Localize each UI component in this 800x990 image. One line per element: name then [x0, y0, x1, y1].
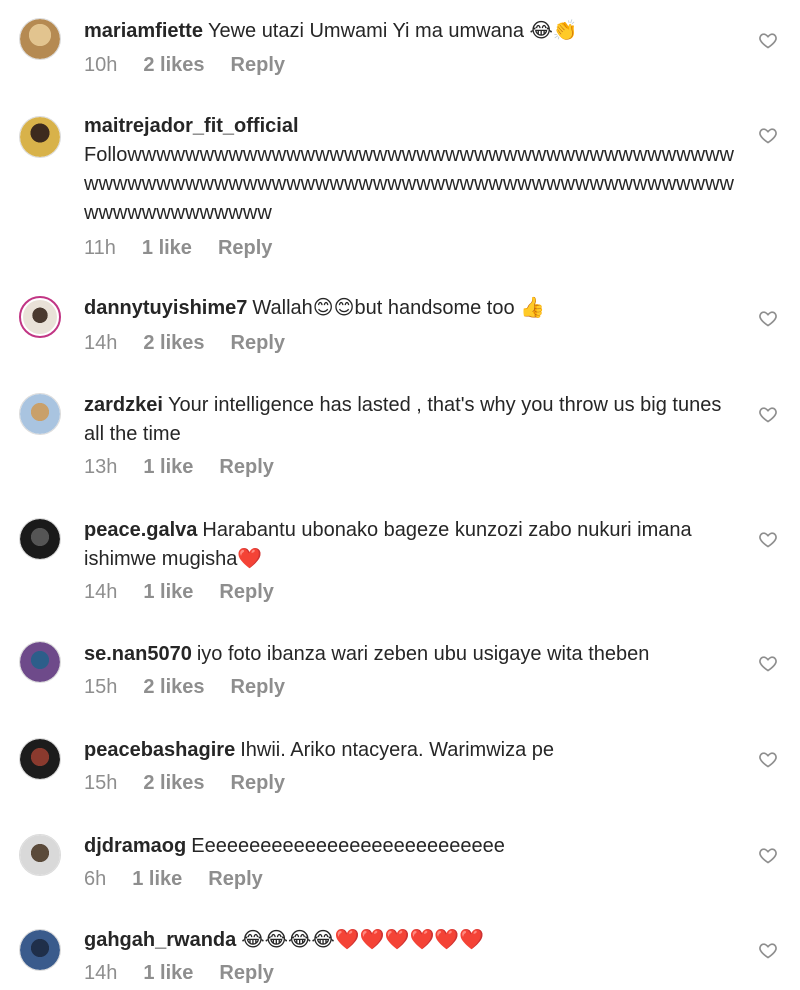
avatar[interactable] — [19, 738, 61, 780]
comment-meta: 15h 2 likes Reply — [84, 676, 311, 699]
comment-likes[interactable]: 1 like — [143, 962, 193, 984]
reply-button[interactable]: Reply — [231, 772, 285, 794]
heart-outline-icon[interactable] — [758, 749, 778, 769]
comment-meta: 14h 2 likes Reply — [84, 332, 311, 355]
comment-text: Wallah😊😊but handsome too 👍 — [252, 297, 546, 319]
heart-outline-icon[interactable] — [758, 308, 778, 328]
comment-body: djdramaog Eeeeeeeeeeeeeeeeeeeeeeeeeeee — [84, 832, 744, 861]
comment-username[interactable]: peace.galva — [84, 519, 197, 541]
comment-text: 😂😂😂😂❤️❤️❤️❤️❤️❤️ — [241, 929, 485, 951]
comment-likes[interactable]: 2 likes — [143, 676, 204, 698]
comment-username[interactable]: mariamfiette — [84, 20, 203, 42]
comment-body: peacebashagire Ihwii. Ariko ntacyera. War… — [84, 736, 744, 765]
comment-text: iyo foto ibanza wari zeben ubu usigaye w… — [196, 643, 650, 665]
comment-body: dannytuyishime7 Wallah😊😊but handsome too … — [84, 294, 744, 323]
avatar[interactable] — [19, 518, 61, 560]
comment-likes[interactable]: 1 like — [132, 868, 182, 890]
reply-button[interactable]: Reply — [231, 332, 285, 354]
comment-body: gahgah_rwanda 😂😂😂😂❤️❤️❤️❤️❤️❤️ — [84, 926, 744, 955]
comment-username[interactable]: djdramaog — [84, 835, 186, 857]
comment-body: peace.galva Harabantu ubonako bageze kunz… — [84, 516, 724, 574]
heart-outline-icon[interactable] — [758, 529, 778, 549]
comment-meta: 10h 2 likes Reply — [84, 54, 311, 77]
avatar[interactable] — [19, 641, 61, 683]
heart-outline-icon[interactable] — [758, 125, 778, 145]
comment-meta: 6h 1 like Reply — [84, 868, 289, 891]
comment-text: Ihwii. Ariko ntacyera. Warimwiza pe — [240, 739, 555, 761]
comment-username[interactable]: zardzkei — [84, 394, 163, 416]
comment-time: 15h — [84, 676, 118, 698]
avatar[interactable] — [19, 393, 61, 435]
comment-username[interactable]: maitrejador_fit_official — [84, 112, 739, 141]
comment-time: 15h — [84, 772, 118, 794]
comment-text: Your intelligence has lasted , that's wh… — [84, 394, 722, 445]
heart-outline-icon[interactable] — [758, 653, 778, 673]
heart-outline-icon[interactable] — [758, 30, 778, 50]
comment-username[interactable]: gahgah_rwanda — [84, 929, 236, 951]
comment-meta: 11h 1 like Reply — [84, 237, 298, 260]
comment-body: zardzkei Your intelligence has lasted , t… — [84, 391, 724, 449]
heart-outline-icon[interactable] — [758, 940, 778, 960]
comment-username[interactable]: se.nan5070 — [84, 643, 192, 665]
avatar[interactable] — [19, 116, 61, 158]
reply-button[interactable]: Reply — [208, 868, 262, 890]
comment-time: 13h — [84, 456, 118, 478]
avatar[interactable] — [19, 18, 61, 60]
comment-time: 10h — [84, 54, 118, 76]
comment-likes[interactable]: 1 like — [143, 581, 193, 603]
comment-time: 14h — [84, 332, 118, 354]
reply-button[interactable]: Reply — [218, 237, 272, 259]
reply-button[interactable]: Reply — [231, 54, 285, 76]
comment-likes[interactable]: 1 like — [143, 456, 193, 478]
comment-time: 6h — [84, 868, 107, 890]
comment-likes[interactable]: 2 likes — [143, 772, 204, 794]
comment-text: Eeeeeeeeeeeeeeeeeeeeeeeeeeee — [191, 835, 505, 857]
comment-likes[interactable]: 2 likes — [143, 332, 204, 354]
comment-text: Yewe utazi Umwami Yi ma umwana 😂👏 — [207, 20, 578, 42]
reply-button[interactable]: Reply — [219, 581, 273, 603]
avatar[interactable] — [19, 296, 61, 338]
reply-button[interactable]: Reply — [219, 456, 273, 478]
comment-likes[interactable]: 2 likes — [143, 54, 204, 76]
comment-time: 11h — [84, 237, 116, 259]
comment-meta: 13h 1 like Reply — [84, 456, 300, 479]
heart-outline-icon[interactable] — [758, 404, 778, 424]
reply-button[interactable]: Reply — [219, 962, 273, 984]
comment-text: Followwwwwwwwwwwwwwwwwwwwwwwwwwwwwwwwwww… — [84, 144, 734, 224]
comment-body: se.nan5070 iyo foto ibanza wari zeben ubu… — [84, 640, 744, 669]
comment-body: maitrejador_fit_official Followwwwwwwwwww… — [84, 112, 744, 228]
avatar[interactable] — [19, 834, 61, 876]
comment-meta: 14h 1 like Reply — [84, 962, 300, 985]
comment-username[interactable]: peacebashagire — [84, 739, 235, 761]
reply-button[interactable]: Reply — [231, 676, 285, 698]
comment-meta: 15h 2 likes Reply — [84, 772, 311, 795]
comment-body: mariamfiette Yewe utazi Umwami Yi ma umwa… — [84, 17, 744, 46]
comment-time: 14h — [84, 581, 118, 603]
comment-likes[interactable]: 1 like — [142, 237, 192, 259]
heart-outline-icon[interactable] — [758, 845, 778, 865]
comment-username[interactable]: dannytuyishime7 — [84, 297, 247, 319]
comment-meta: 14h 1 like Reply — [84, 581, 300, 604]
avatar[interactable] — [19, 929, 61, 971]
comment-time: 14h — [84, 962, 118, 984]
